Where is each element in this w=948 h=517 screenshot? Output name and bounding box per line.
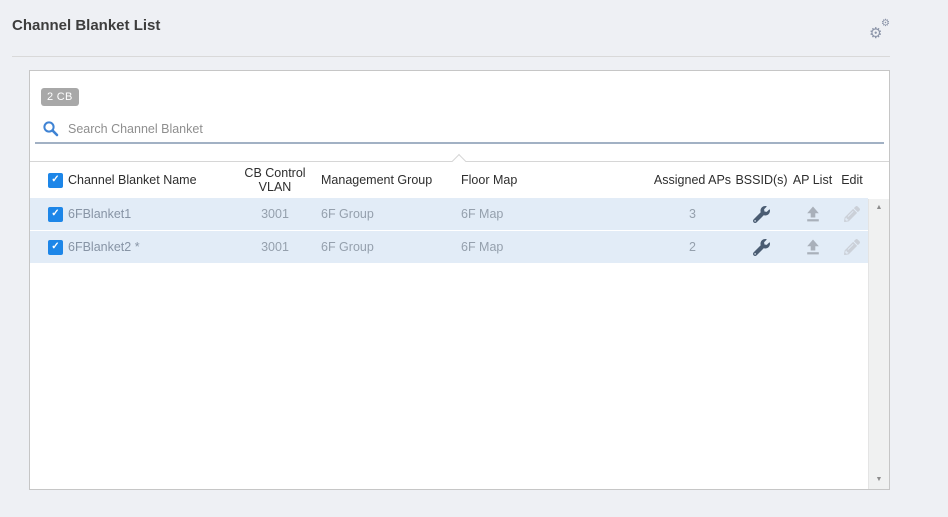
check-icon: ✓ bbox=[51, 242, 59, 252]
channel-blanket-table: ✓ Channel Blanket Name CB Control VLAN M… bbox=[30, 161, 889, 489]
table-row[interactable]: ✓ 6FBlanket1 3001 6F Group 6F Map 3 bbox=[30, 198, 868, 230]
vertical-scrollbar[interactable]: ▲ ▼ bbox=[868, 199, 889, 489]
wrench-icon bbox=[753, 206, 770, 223]
search-icon bbox=[42, 120, 59, 137]
edit-pencil-icon bbox=[844, 206, 860, 222]
row-checkbox[interactable]: ✓ bbox=[48, 240, 63, 255]
col-channel-blanket-name: Channel Blanket Name bbox=[68, 173, 229, 187]
wrench-icon bbox=[753, 239, 770, 256]
col-bssids: BSSID(s) bbox=[734, 173, 789, 187]
count-badge: 2 CB bbox=[41, 88, 79, 106]
row-checkbox[interactable]: ✓ bbox=[48, 207, 63, 222]
header-divider bbox=[12, 56, 890, 57]
settings-gears-icon[interactable]: ⚙ ⚙ bbox=[869, 18, 893, 42]
cell-floor-map: 6F Map bbox=[461, 207, 651, 221]
check-icon: ✓ bbox=[51, 209, 59, 219]
search-input[interactable] bbox=[59, 119, 884, 139]
gear-icon: ⚙ bbox=[881, 19, 890, 29]
table-header: ✓ Channel Blanket Name CB Control VLAN M… bbox=[30, 162, 868, 198]
scroll-down-icon[interactable]: ▼ bbox=[869, 475, 889, 485]
col-edit: Edit bbox=[836, 173, 868, 187]
table-row[interactable]: ✓ 6FBlanket2 * 3001 6F Group 6F Map 2 bbox=[30, 231, 868, 263]
bssid-wrench-button[interactable] bbox=[734, 206, 789, 223]
cell-channel-blanket-name: 6FBlanket2 * bbox=[68, 240, 229, 254]
ap-list-upload-button[interactable] bbox=[789, 206, 836, 222]
edit-pencil-icon bbox=[844, 239, 860, 255]
scroll-up-icon[interactable]: ▲ bbox=[869, 203, 889, 213]
col-cb-control-vlan: CB Control VLAN bbox=[229, 166, 321, 194]
col-assigned-aps: Assigned APs bbox=[651, 173, 734, 187]
page: Channel Blanket List ⚙ ⚙ 2 CB ✓ Channel … bbox=[0, 0, 948, 517]
select-all-checkbox[interactable]: ✓ bbox=[48, 173, 63, 188]
col-floor-map: Floor Map bbox=[461, 173, 651, 187]
upload-icon bbox=[805, 239, 821, 255]
cell-management-group: 6F Group bbox=[321, 240, 461, 254]
cell-assigned-aps: 3 bbox=[651, 207, 734, 221]
edit-button[interactable] bbox=[836, 206, 868, 222]
cell-channel-blanket-name: 6FBlanket1 bbox=[68, 207, 229, 221]
page-title: Channel Blanket List bbox=[12, 17, 160, 34]
cell-floor-map: 6F Map bbox=[461, 240, 651, 254]
cell-management-group: 6F Group bbox=[321, 207, 461, 221]
bssid-wrench-button[interactable] bbox=[734, 239, 789, 256]
search-bar bbox=[35, 115, 884, 144]
check-icon: ✓ bbox=[51, 175, 59, 185]
cell-cb-control-vlan: 3001 bbox=[229, 240, 321, 254]
upload-icon bbox=[805, 206, 821, 222]
col-management-group: Management Group bbox=[321, 173, 461, 187]
ap-list-upload-button[interactable] bbox=[789, 239, 836, 255]
cell-assigned-aps: 2 bbox=[651, 240, 734, 254]
channel-blanket-card: 2 CB ✓ Channel Blanket Name CB Control V… bbox=[29, 70, 890, 490]
cell-cb-control-vlan: 3001 bbox=[229, 207, 321, 221]
edit-button[interactable] bbox=[836, 239, 868, 255]
col-ap-list: AP List bbox=[789, 173, 836, 187]
table-body: ✓ 6FBlanket1 3001 6F Group 6F Map 3 bbox=[30, 198, 868, 263]
